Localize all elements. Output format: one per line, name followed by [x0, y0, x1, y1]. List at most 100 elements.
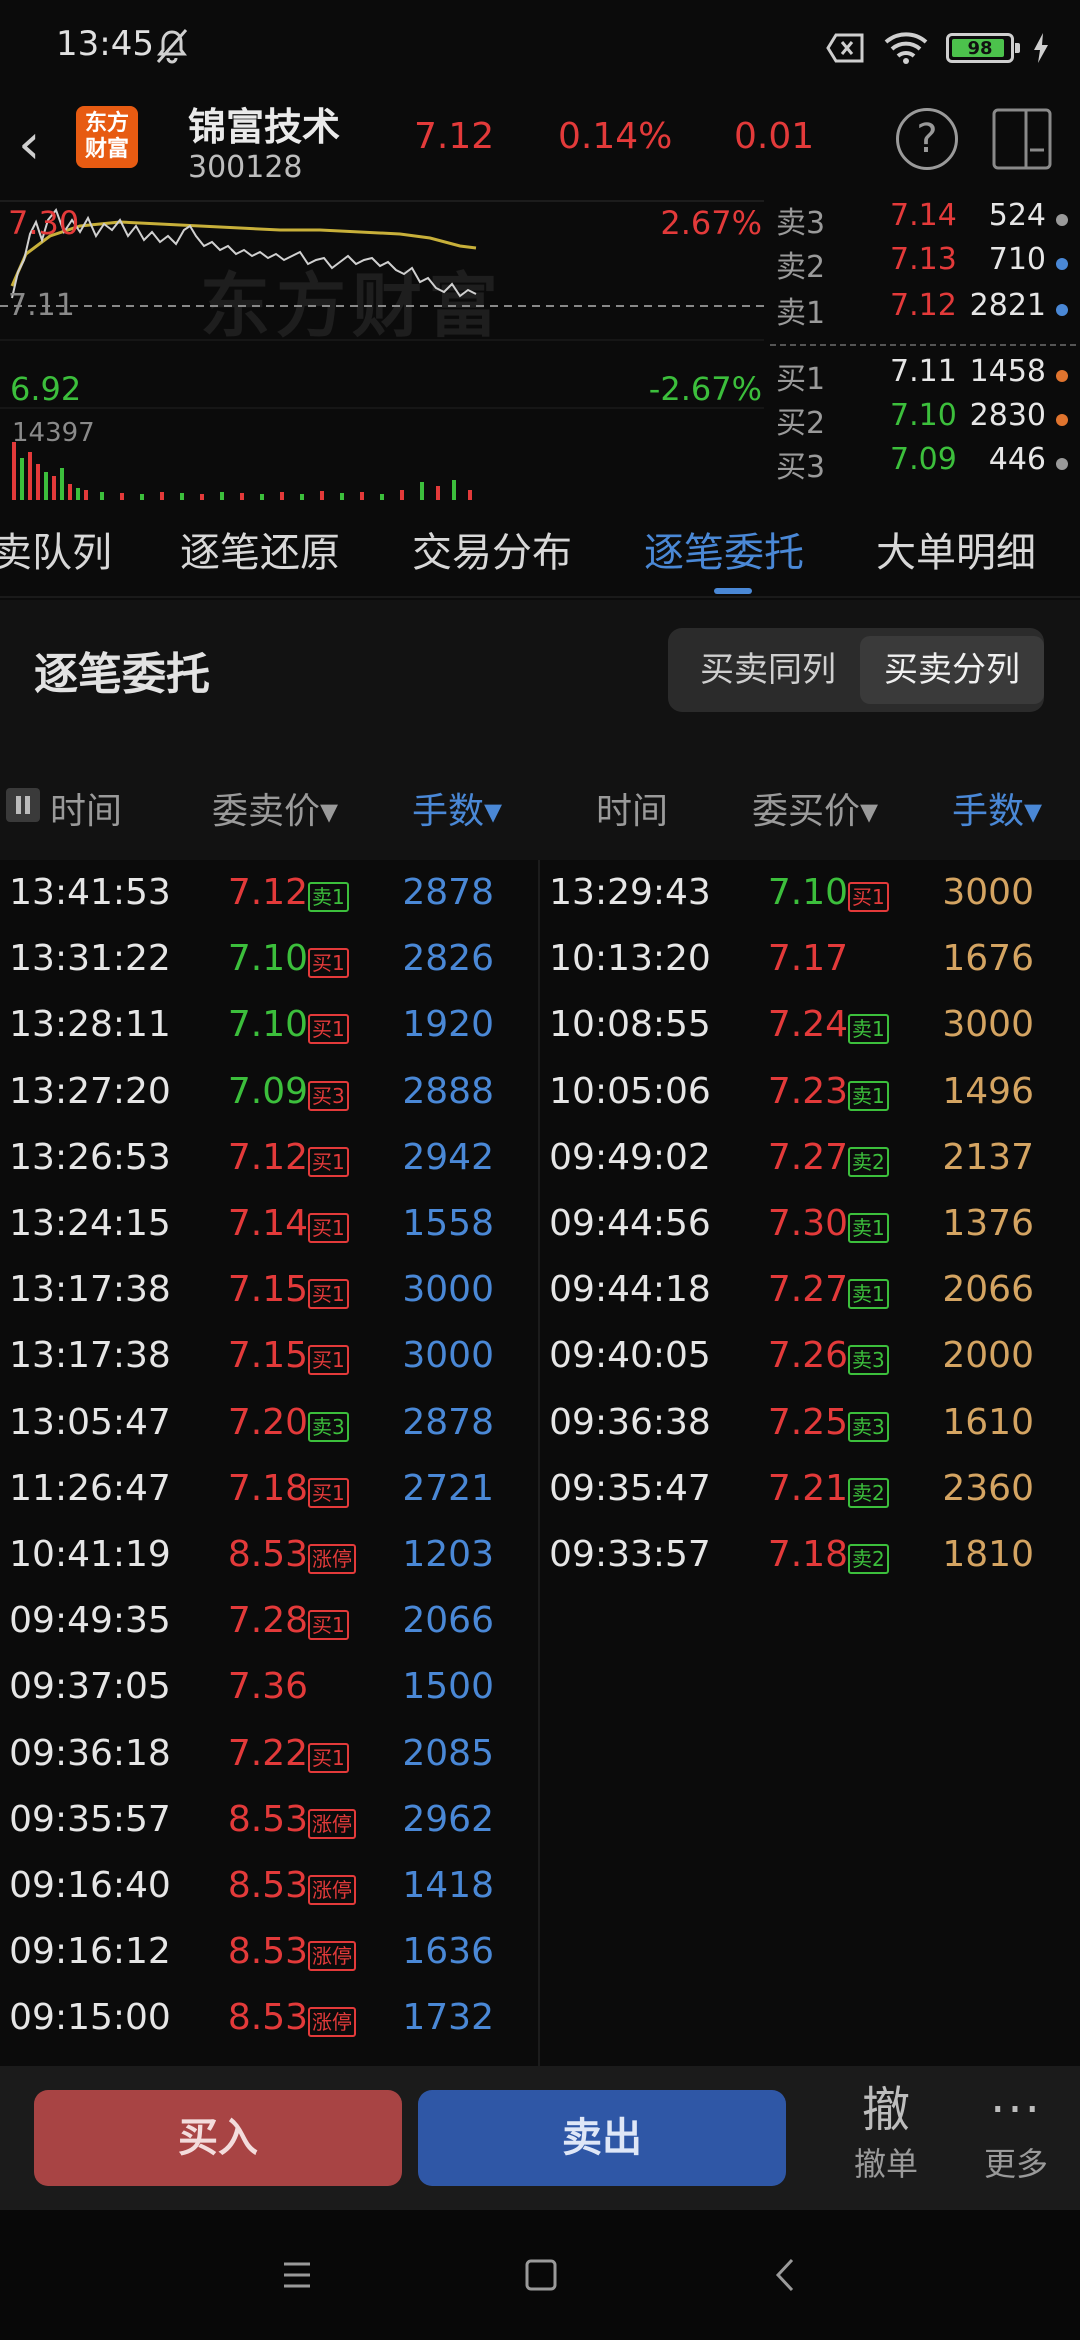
- order-tag-badge: 卖3: [848, 1411, 889, 1442]
- order-price: 7.36: [227, 1666, 308, 1708]
- table-row[interactable]: 13:17:38 7.15 买1 3000: [0, 1269, 530, 1335]
- order-time: 13:29:43: [549, 872, 711, 913]
- order-tag-badge: 卖1: [848, 1014, 889, 1045]
- order-time: 13:17:38: [9, 1335, 171, 1377]
- table-row[interactable]: 10:08:55 7.24 卖1 3000: [540, 1004, 1070, 1070]
- order-time: 09:16:40: [9, 1865, 171, 1906]
- order-book[interactable]: 卖3 7.14 524 卖2 7.13 710 卖1 7.12 2821 买1 7.11 1458 买2…: [764, 198, 1080, 500]
- table-row[interactable]: 09:44:56 7.30 卖1 1376: [540, 1203, 1070, 1269]
- tab-large-orders[interactable]: 大单明细: [876, 520, 1036, 578]
- order-tag-badge: 卖3: [308, 1411, 349, 1442]
- table-row[interactable]: 13:05:47 7.20 卖3 2878: [0, 1402, 530, 1468]
- order-book-row[interactable]: 买3 7.09 446: [770, 442, 1070, 486]
- table-row[interactable]: 13:41:53 7.12 卖1 2878: [0, 872, 530, 938]
- buy-button[interactable]: 买入: [34, 2090, 402, 2186]
- more-dots-icon: ···: [990, 2082, 1042, 2138]
- col-sell-qty[interactable]: 手数▾: [412, 782, 502, 834]
- order-time: 13:05:47: [9, 1401, 171, 1443]
- table-row[interactable]: 09:44:18 7.27 卖1 2066: [540, 1269, 1070, 1335]
- order-qty: 2137: [942, 1136, 1034, 1178]
- back-icon[interactable]: ‹: [18, 110, 68, 180]
- table-row[interactable]: 10:13:20 7.17 1676: [540, 938, 1070, 1004]
- intraday-chart[interactable]: 东方财富 7.30 7.11 6.92 2.67% -2.67% 14397: [0, 200, 764, 500]
- home-icon[interactable]: [516, 2250, 566, 2300]
- order-price: 7.22: [227, 1732, 308, 1774]
- order-table[interactable]: 13:41:53 7.12 卖1 2878 13:31:22 7.10 买1 2826 13:2…: [0, 860, 1080, 2066]
- table-row[interactable]: 11:26:47 7.18 买1 2721: [0, 1468, 530, 1534]
- table-row[interactable]: 09:33:57 7.18 卖2 1810: [540, 1534, 1070, 1600]
- more-button[interactable]: ··· 更多: [966, 2078, 1066, 2186]
- avg-price-line: [10, 220, 477, 287]
- order-book-row[interactable]: 卖1 7.12 2821: [770, 288, 1070, 332]
- tab-sell-queue[interactable]: 卖队列: [0, 520, 112, 578]
- order-price: 7.25: [767, 1401, 848, 1443]
- order-book-row[interactable]: 买1 7.11 1458: [770, 354, 1070, 398]
- order-qty: 1203: [402, 1534, 494, 1575]
- table-row[interactable]: 09:49:35 7.28 买1 2066: [0, 1600, 530, 1666]
- pause-icon[interactable]: [6, 788, 40, 822]
- table-row[interactable]: 09:37:05 7.36 1500: [0, 1666, 530, 1732]
- order-time: 09:15:00: [9, 1997, 171, 2039]
- toggle-same-column[interactable]: 买卖同列: [676, 636, 860, 704]
- order-time: 13:26:53: [9, 1136, 171, 1178]
- level-dot-icon: [1056, 414, 1068, 426]
- table-row[interactable]: 13:28:11 7.10 买1 1920: [0, 1004, 530, 1070]
- order-book-row[interactable]: 卖2 7.13 710: [770, 242, 1070, 286]
- order-qty: 2360: [942, 1467, 1034, 1509]
- chart-high-label: 7.30: [8, 204, 80, 242]
- order-book-row[interactable]: 买2 7.10 2830: [770, 398, 1070, 442]
- level-label: 卖1: [776, 296, 826, 331]
- table-row[interactable]: 10:05:06 7.23 卖1 1496: [540, 1071, 1070, 1137]
- tab-trade-distribution[interactable]: 交易分布: [412, 520, 572, 578]
- active-tab-indicator: [714, 588, 752, 594]
- tab-tick-orders[interactable]: 逐笔委托: [644, 520, 804, 578]
- table-row[interactable]: 09:36:38 7.25 卖3 1610: [540, 1402, 1070, 1468]
- logo-line-1: 东方: [84, 111, 129, 136]
- table-row[interactable]: 13:24:15 7.14 买1 1558: [0, 1203, 530, 1269]
- table-row[interactable]: 13:29:43 7.10 买1 3000: [540, 872, 1070, 938]
- table-row[interactable]: 10:41:19 8.53 涨停 1203: [0, 1534, 530, 1600]
- table-row[interactable]: 13:26:53 7.12 买1 2942: [0, 1137, 530, 1203]
- table-row[interactable]: 09:16:12 8.53 涨停 1636: [0, 1931, 530, 1997]
- eastmoney-logo: 东方 财富: [76, 106, 138, 168]
- table-row[interactable]: 09:35:57 8.53 涨停 2962: [0, 1799, 530, 1865]
- order-tag-badge: 买1: [308, 1477, 349, 1508]
- cancel-order-button[interactable]: 撤 撤单: [836, 2078, 936, 2186]
- menu-icon[interactable]: [272, 2250, 322, 2300]
- table-row[interactable]: 09:36:18 7.22 买1 2085: [0, 1733, 530, 1799]
- col-sell-price[interactable]: 委卖价▾: [212, 782, 338, 834]
- table-row[interactable]: 09:49:02 7.27 卖2 2137: [540, 1137, 1070, 1203]
- col-buy-qty[interactable]: 手数▾: [952, 782, 1042, 834]
- level-price: 7.10: [890, 398, 957, 433]
- order-price: 7.30: [767, 1203, 848, 1244]
- order-qty: 2878: [402, 872, 494, 913]
- order-price: 7.18: [767, 1534, 848, 1575]
- toggle-split-column[interactable]: 买卖分列: [860, 636, 1044, 704]
- table-row[interactable]: 13:31:22 7.10 买1 2826: [0, 938, 530, 1004]
- table-row[interactable]: 09:15:00 8.53 涨停 1732: [0, 1997, 530, 2063]
- level-price: 7.11: [890, 354, 957, 389]
- order-qty: 1610: [942, 1401, 1034, 1443]
- chart-low-label: 6.92: [10, 370, 82, 408]
- table-row[interactable]: 13:17:38 7.15 买1 3000: [0, 1335, 530, 1401]
- chart-down-percent: -2.67%: [648, 370, 762, 408]
- table-row[interactable]: 09:40:05 7.26 卖3 2000: [540, 1335, 1070, 1401]
- order-qty: 2878: [402, 1401, 494, 1443]
- order-time: 13:17:38: [9, 1269, 171, 1311]
- col-buy-price[interactable]: 委买价▾: [752, 782, 878, 834]
- tab-tick-restore[interactable]: 逐笔还原: [180, 520, 340, 578]
- order-tag-badge: 买1: [308, 1213, 349, 1243]
- back-nav-icon[interactable]: [762, 2250, 812, 2300]
- help-icon[interactable]: ?: [896, 108, 958, 170]
- table-row[interactable]: 09:35:47 7.21 卖2 2360: [540, 1468, 1070, 1534]
- table-row[interactable]: 09:16:40 8.53 涨停 1418: [0, 1865, 530, 1931]
- order-tag-badge: 买3: [308, 1080, 349, 1111]
- sell-button[interactable]: 卖出: [418, 2090, 786, 2186]
- order-tag-badge: 卖1: [848, 1213, 889, 1243]
- order-qty: 2962: [402, 1798, 494, 1840]
- order-book-row[interactable]: 卖3 7.14 524: [770, 198, 1070, 242]
- sim-off-icon: [826, 33, 864, 63]
- table-row[interactable]: 13:27:20 7.09 买3 2888: [0, 1071, 530, 1137]
- order-time: 09:36:18: [9, 1732, 171, 1774]
- split-screen-icon[interactable]: [990, 106, 1054, 172]
